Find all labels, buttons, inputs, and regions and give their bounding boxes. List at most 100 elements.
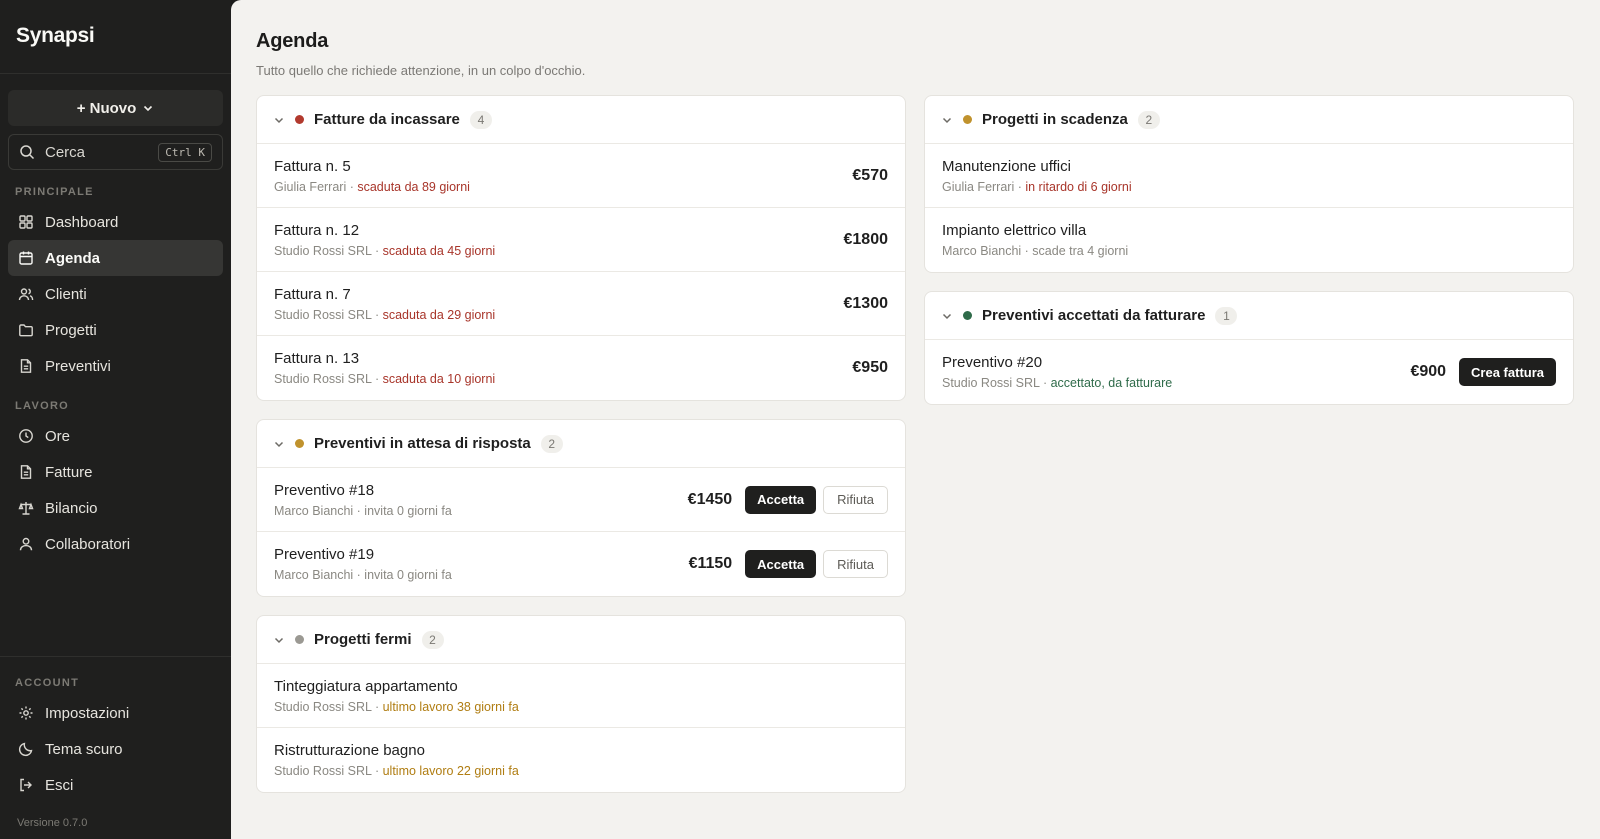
app-logo: Synapsi bbox=[0, 0, 231, 74]
sidebar-item-label: Fatture bbox=[45, 463, 93, 481]
card-title: Progetti fermi bbox=[314, 631, 412, 648]
sidebar-item-tema-scuro[interactable]: Tema scuro bbox=[8, 731, 223, 767]
accept-button[interactable]: Accetta bbox=[745, 550, 817, 578]
accept-button[interactable]: Accetta bbox=[745, 485, 817, 514]
item-subtitle: Studio Rossi SRL · scaduta da 45 giorni bbox=[274, 244, 844, 258]
sidebar-item-label: Esci bbox=[45, 776, 74, 794]
right-column: Progetti in scadenza 2 Manutenzione uffi… bbox=[924, 95, 1574, 405]
sidebar: Synapsi + Nuovo Cerca Ctrl K PRINCIPALE … bbox=[0, 0, 231, 839]
list-item[interactable]: Preventivo #18 Marco Bianchi · invita 0 … bbox=[257, 468, 905, 532]
sidebar-item-label: Clienti bbox=[45, 285, 87, 303]
search-input[interactable]: Cerca Ctrl K bbox=[8, 134, 223, 170]
item-title: Fattura n. 12 bbox=[274, 221, 360, 239]
sidebar-item-label: Agenda bbox=[45, 249, 101, 267]
chevron-down-icon[interactable] bbox=[941, 310, 953, 322]
sidebar-item-dashboard[interactable]: Dashboard bbox=[8, 204, 223, 240]
new-button[interactable]: + Nuovo bbox=[8, 90, 223, 126]
list-item[interactable]: Ristrutturazione bagno Studio Rossi SRL … bbox=[257, 728, 905, 792]
list-item[interactable]: Tinteggiatura appartamento Studio Rossi … bbox=[257, 664, 905, 728]
list-item[interactable]: Fattura n. 12 Studio Rossi SRL · scaduta… bbox=[257, 208, 905, 272]
count-badge: 1 bbox=[1215, 306, 1238, 325]
item-title: Preventivo #19 bbox=[274, 546, 375, 563]
reject-button[interactable]: Rifiuta bbox=[823, 550, 888, 578]
sidebar-item-clienti[interactable]: Clienti bbox=[8, 276, 223, 312]
sidebar-item-progetti[interactable]: Progetti bbox=[8, 312, 223, 348]
card-fatture-da-incassare: Fatture da incassare 4 Fattura n. 5 Giul… bbox=[256, 95, 906, 401]
item-client: Studio Rossi SRL · bbox=[274, 243, 383, 258]
list-item[interactable]: Impianto elettrico villa Marco Bianchi ·… bbox=[925, 208, 1573, 272]
sidebar-item-ore[interactable]: Ore bbox=[8, 418, 223, 454]
sidebar-item-agenda[interactable]: Agenda bbox=[8, 240, 223, 276]
reject-button[interactable]: Rifiuta bbox=[823, 485, 888, 514]
item-status: accettato, da fatturare bbox=[1050, 376, 1173, 390]
sidebar-item-label: Collaboratori bbox=[45, 535, 131, 553]
card-header[interactable]: Preventivi in attesa di risposta 2 bbox=[257, 420, 905, 468]
chevron-down-icon[interactable] bbox=[273, 634, 285, 646]
item-title: Preventivo #18 bbox=[274, 481, 375, 499]
item-status: scaduta da 89 giorni bbox=[357, 179, 470, 194]
sidebar-item-label: Impostazioni bbox=[45, 704, 130, 722]
logout-icon bbox=[20, 778, 32, 792]
item-subtitle: Marco Bianchi · invita 0 giorni fa bbox=[274, 568, 452, 582]
list-item[interactable]: Fattura n. 5 Giulia Ferrari · scaduta da… bbox=[257, 144, 905, 208]
sidebar-account: ACCOUNT Impostazioni Tema scuro Esci Ver… bbox=[0, 656, 231, 839]
sidebar-item-fatture[interactable]: Fatture bbox=[8, 454, 223, 490]
sidebar-item-label: Preventivi bbox=[45, 357, 111, 375]
card-header[interactable]: Fatture da incassare 4 bbox=[257, 96, 905, 144]
item-status: ultimo lavoro 22 giorni fa bbox=[382, 764, 519, 778]
list-item[interactable]: Preventivo #19 Marco Bianchi · invita 0 … bbox=[257, 532, 905, 596]
item-client: Studio Rossi SRL · bbox=[274, 372, 383, 386]
item-amount: €570 bbox=[852, 166, 888, 184]
count-badge: 2 bbox=[540, 434, 563, 453]
status-dot bbox=[295, 635, 304, 644]
page-title: Agenda bbox=[256, 30, 329, 52]
item-title: Tinteggiatura appartamento bbox=[274, 677, 458, 695]
search-label: Cerca bbox=[45, 143, 86, 161]
status-dot bbox=[963, 115, 972, 124]
item-amount: €1300 bbox=[843, 294, 889, 312]
card-header[interactable]: Preventivi accettati da fatturare 1 bbox=[925, 292, 1573, 340]
chevron-down-icon[interactable] bbox=[273, 114, 285, 126]
list-item[interactable]: Fattura n. 7 Studio Rossi SRL · scaduta … bbox=[257, 272, 905, 336]
count-badge: 2 bbox=[421, 630, 444, 649]
card-header[interactable]: Progetti in scadenza 2 bbox=[925, 96, 1573, 144]
sidebar-item-preventivi[interactable]: Preventivi bbox=[8, 348, 223, 384]
cards-grid: Fatture da incassare 4 Fattura n. 5 Giul… bbox=[256, 95, 1575, 793]
create-invoice-button[interactable]: Crea fattura bbox=[1459, 358, 1556, 386]
item-title: Fattura n. 7 bbox=[274, 285, 351, 303]
status-dot bbox=[295, 115, 304, 124]
item-amount: €1450 bbox=[687, 490, 733, 508]
item-subtitle: Studio Rossi SRL · scaduta da 29 giorni bbox=[274, 308, 844, 322]
clock-icon bbox=[19, 429, 33, 443]
card-title: Progetti in scadenza bbox=[982, 111, 1128, 128]
card-progetti-in-scadenza: Progetti in scadenza 2 Manutenzione uffi… bbox=[924, 95, 1574, 273]
list-item[interactable]: Preventivo #20 Studio Rossi SRL · accett… bbox=[925, 340, 1573, 404]
search-shortcut: Ctrl K bbox=[158, 142, 212, 162]
sidebar-item-label: Bilancio bbox=[45, 499, 98, 517]
item-title: Fattura n. 13 bbox=[274, 350, 360, 367]
list-item[interactable]: Fattura n. 13 Studio Rossi SRL · scaduta… bbox=[257, 336, 905, 400]
item-amount: €1800 bbox=[843, 230, 889, 248]
sidebar-item-bilancio[interactable]: Bilancio bbox=[8, 490, 223, 526]
sidebar-item-collaboratori[interactable]: Collaboratori bbox=[8, 526, 223, 562]
moon-icon bbox=[18, 742, 33, 757]
sidebar-item-label: Ore bbox=[45, 427, 71, 445]
chevron-down-icon[interactable] bbox=[941, 114, 953, 126]
sidebar-item-impostazioni[interactable]: Impostazioni bbox=[8, 695, 223, 731]
new-button-label: + Nuovo bbox=[76, 99, 137, 117]
chevron-down-icon[interactable] bbox=[273, 438, 285, 450]
scale-icon bbox=[18, 502, 34, 515]
card-header[interactable]: Progetti fermi 2 bbox=[257, 616, 905, 664]
item-status: scaduta da 10 giorni bbox=[382, 372, 496, 386]
item-amount: €900 bbox=[1410, 363, 1447, 380]
item-subtitle: Studio Rossi SRL · ultimo lavoro 38 gior… bbox=[274, 700, 888, 714]
sidebar-item-esci[interactable]: Esci bbox=[8, 767, 223, 803]
status-dot bbox=[963, 311, 972, 320]
item-client: Studio Rossi SRL · bbox=[274, 764, 383, 778]
list-item[interactable]: Manutenzione uffici Giulia Ferrari · in … bbox=[925, 144, 1573, 208]
main-content: Agenda Tutto quello che richiede attenzi… bbox=[231, 0, 1600, 839]
item-title: Manutenzione uffici bbox=[942, 157, 1071, 175]
item-subtitle: Studio Rossi SRL · scaduta da 10 giorni bbox=[274, 372, 852, 386]
item-subtitle: Giulia Ferrari · in ritardo di 6 giorni bbox=[942, 180, 1556, 194]
item-title: Impianto elettrico villa bbox=[942, 222, 1087, 239]
